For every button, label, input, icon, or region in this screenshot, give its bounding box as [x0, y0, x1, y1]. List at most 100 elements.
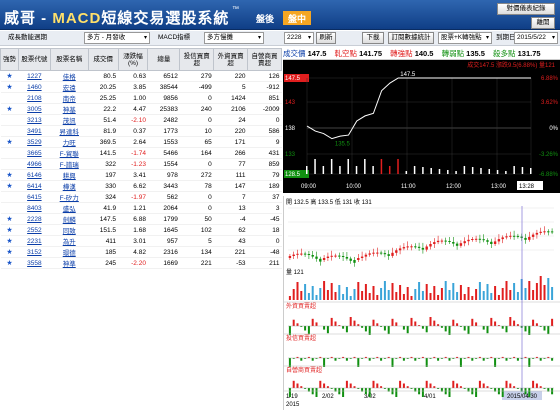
col-price[interactable]: 成交價	[87, 48, 119, 71]
change-cell: 6.88	[118, 213, 148, 225]
stock-name[interactable]: 神準	[50, 257, 89, 269]
stock-name[interactable]: 劍麟	[50, 213, 89, 225]
foreign-bar	[361, 326, 364, 328]
table-row[interactable]: ★ 1227 佳格 80.5 0.63 6512 279 220 126	[0, 70, 282, 82]
stock-code[interactable]: 2108	[18, 92, 51, 104]
stock-code[interactable]: 3665	[18, 147, 51, 159]
table-row[interactable]: ★ 3558 神準 245 -2.20 1669 221 -53 211	[0, 257, 282, 269]
strategy-select[interactable]: 多方 - 月發收	[84, 32, 150, 44]
exit-button[interactable]: 離開	[531, 17, 555, 29]
stock-name[interactable]: 茂訊	[50, 114, 89, 126]
stock-name[interactable]: 樺漢	[50, 180, 89, 192]
tab-intraday[interactable]: 盤中	[283, 11, 312, 25]
col-volume[interactable]: 總量	[147, 48, 181, 71]
stock-name[interactable]: F-矽力	[50, 191, 89, 203]
stock-code[interactable]: 8403	[18, 202, 51, 214]
download-button[interactable]: 下載	[362, 32, 384, 44]
stock-name[interactable]: 南帝	[50, 92, 89, 104]
stock-code[interactable]: 1227	[18, 70, 51, 82]
candle	[357, 258, 360, 260]
stock-code-input[interactable]: 2228	[284, 32, 314, 44]
price-cell: 20.25	[88, 81, 119, 93]
col-dealer[interactable]: 自營商買賣超	[247, 48, 282, 71]
stock-code[interactable]: 3558	[18, 257, 51, 269]
daily-chart[interactable]: 開 132.5 高 133.5 低 131 收 131 量 121 外資買賣超 …	[283, 196, 560, 410]
table-row[interactable]: ★ 2228 劍麟 147.5 6.88 1799 50 -4 -45	[0, 213, 282, 225]
stock-name[interactable]: F-貿聯	[50, 147, 89, 159]
stock-code[interactable]: 4966	[18, 158, 51, 170]
foreign-bar	[368, 326, 371, 335]
volume-cell: 2482	[147, 114, 180, 126]
stock-code[interactable]: 3005	[18, 103, 51, 115]
stock-name[interactable]: 宏遠	[50, 81, 89, 93]
table-row[interactable]: 3665 F-貿聯 141.5 -1.74 5466 164 266 431	[0, 147, 282, 159]
stock-name[interactable]: 力旺	[50, 136, 89, 148]
subscribe-button[interactable]: 訂閱數據統計	[388, 32, 434, 44]
stock-code[interactable]: 3491	[18, 125, 51, 137]
stock-name[interactable]: 佳格	[50, 70, 89, 82]
col-change[interactable]: 漲跌幅(%)	[117, 48, 149, 71]
table-row[interactable]: 6415 F-矽力 324 -1.97 562 0 7 37	[0, 191, 282, 203]
star-icon: ★	[6, 84, 13, 91]
stock-code[interactable]: 3152	[18, 246, 51, 258]
trust-bar	[391, 358, 394, 367]
col-trust[interactable]: 投信買賣超	[179, 48, 215, 71]
stock-code[interactable]: 6414	[18, 180, 51, 192]
change-cell: 1.68	[118, 224, 148, 236]
table-row[interactable]: ★ 2552 同致 151.5 1.68 1645 102 62 18	[0, 224, 282, 236]
col-foreign[interactable]: 外資買賣超	[213, 48, 249, 71]
mode-select[interactable]: 多方慢攤	[204, 32, 264, 44]
stock-code[interactable]: 2228	[18, 213, 51, 225]
stock-name[interactable]: 昇達科	[50, 125, 89, 137]
foreign-bar	[425, 326, 428, 333]
stock-name[interactable]: F-譜瑞	[50, 158, 89, 170]
table-row[interactable]: 2108 南帝 25.25 1.00 9856 0 1424 851	[0, 92, 282, 104]
table-row[interactable]: ★ 6414 樺漢 330 6.62 3443 78 147 189	[0, 180, 282, 192]
stock-code[interactable]: 6146	[18, 169, 51, 181]
candle	[547, 231, 550, 233]
dealer-bar	[296, 383, 299, 388]
table-row[interactable]: 8403 盛弘 41.9 1.21 2064 0 13 3	[0, 202, 282, 214]
foreign-bar	[357, 324, 360, 326]
stock-name[interactable]: 同致	[50, 224, 89, 236]
stock-name[interactable]: 為升	[50, 235, 89, 247]
date-select[interactable]: 2015/5/22	[514, 32, 558, 44]
table-row[interactable]: 4966 F-譜瑞 322 -1.23 1554 0 77 859	[0, 158, 282, 170]
news-button[interactable]: 對價儀表紀錄	[497, 3, 555, 15]
stock-code[interactable]: 2231	[18, 235, 51, 247]
daily-volume-bar	[406, 287, 409, 300]
col-code[interactable]: 股票代號	[17, 48, 51, 71]
stock-code[interactable]: 3529	[18, 136, 51, 148]
table-row[interactable]: 3213 茂訊 51.4 -2.10 2482 0 24 0	[0, 114, 282, 126]
price-cell: 147.5	[88, 213, 119, 225]
table-row[interactable]: 3491 昇達科 81.9 0.37 1773 10 220 586	[0, 125, 282, 137]
volume-cell: 38544	[147, 81, 180, 93]
stock-name[interactable]: 盛弘	[50, 202, 89, 214]
stock-code[interactable]: 3213	[18, 114, 51, 126]
foreign-label: 外資買賣超	[286, 302, 316, 310]
foreign-bar	[304, 326, 307, 331]
refresh-button[interactable]: 刷新	[316, 32, 336, 44]
table-row[interactable]: ★ 3152 璟德 185 4.82 2316 134 221 -48	[0, 246, 282, 258]
stock-code[interactable]: 2552	[18, 224, 51, 236]
daily-volume-bar	[543, 285, 546, 300]
table-row[interactable]: ★ 2231 為升 411 3.01 957 5 43 0	[0, 235, 282, 247]
volume-bar	[405, 171, 408, 174]
star-icon: ★	[6, 183, 13, 190]
table-row[interactable]: ★ 3005 神基 22.2 4.47 25383 240 2106 -2009	[0, 103, 282, 115]
candle	[391, 252, 394, 256]
filter-select[interactable]: 股票+K轉強點	[438, 32, 492, 44]
table-row[interactable]: ★ 1460 宏遠 20.25 3.85 38544 -499 5 -912	[0, 81, 282, 93]
stock-name[interactable]: 耕興	[50, 169, 89, 181]
table-row[interactable]: ★ 3529 力旺 369.5 2.64 1553 65 171 9	[0, 136, 282, 148]
stock-code[interactable]: 6415	[18, 191, 51, 203]
stock-name[interactable]: 璟德	[50, 246, 89, 258]
table-row[interactable]: ★ 6146 耕興 197 3.41 978 272 111 79	[0, 169, 282, 181]
intraday-chart[interactable]: 成交147.5 漲跌9.5(6.88%) 量121 147.5 6.88% 143 3…	[283, 60, 560, 193]
col-strong[interactable]: 強勢	[0, 48, 19, 71]
col-name[interactable]: 股票名稱	[49, 48, 89, 71]
tab-after-hours[interactable]: 盤後	[251, 11, 279, 25]
stock-code[interactable]: 1460	[18, 81, 51, 93]
dealer-bar	[315, 388, 318, 397]
stock-name[interactable]: 神基	[50, 103, 89, 115]
